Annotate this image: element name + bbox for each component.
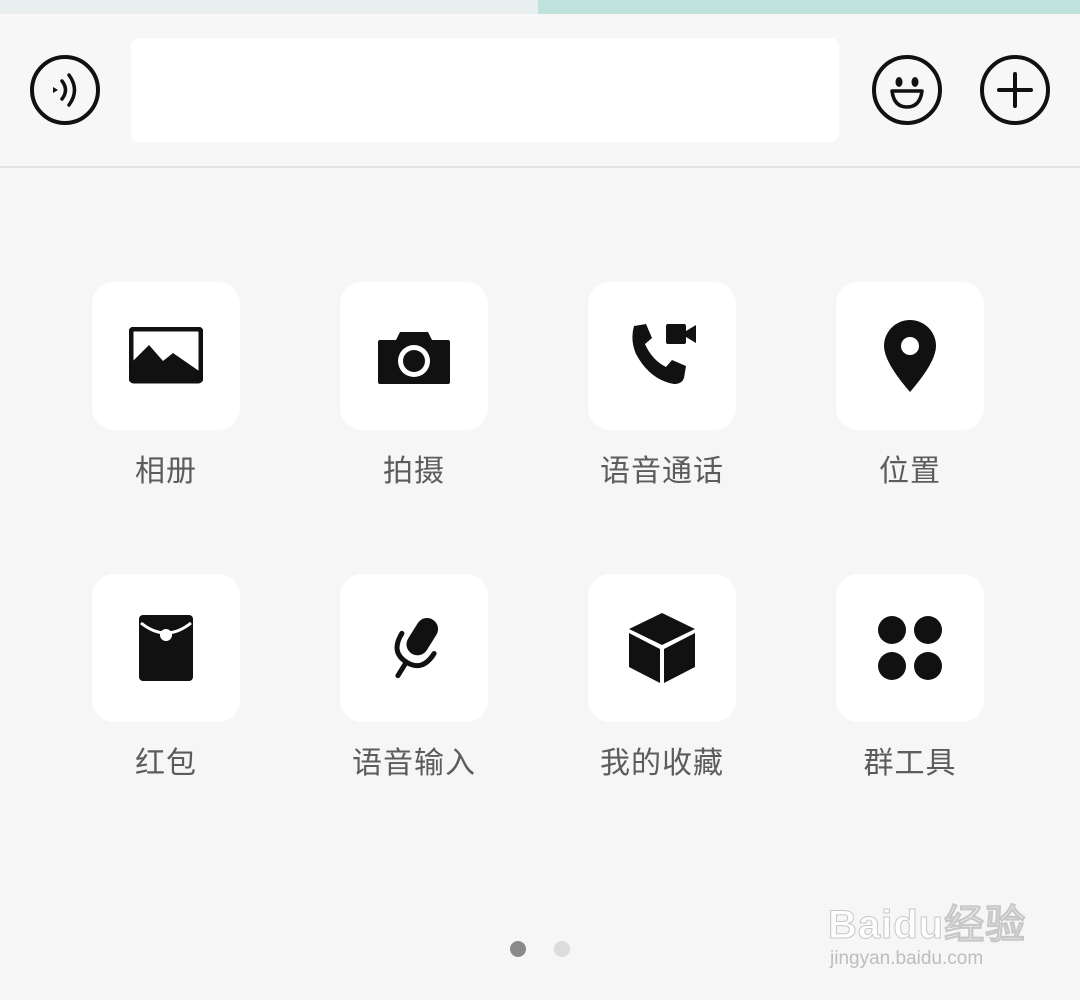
four-dots-icon	[878, 616, 942, 680]
panel-item-camera[interactable]: 拍摄	[314, 282, 514, 502]
panel-item-label: 语音输入	[352, 746, 476, 781]
panel-item-red-packet[interactable]: 红包	[66, 574, 266, 794]
page-dot-2[interactable]	[554, 941, 570, 957]
panel-item-label: 语音通话	[600, 454, 724, 489]
tile-voice-input[interactable]	[340, 574, 488, 722]
tile-album[interactable]	[92, 282, 240, 430]
location-pin-icon	[884, 320, 936, 392]
emoji-button[interactable]	[872, 55, 942, 125]
tile-favorites[interactable]	[588, 574, 736, 722]
chat-input-bar	[0, 14, 1080, 168]
tile-red-packet[interactable]	[92, 574, 240, 722]
panel-item-favorites[interactable]: 我的收藏	[562, 574, 762, 794]
top-accent-bar	[0, 0, 1080, 14]
more-functions-button[interactable]	[980, 55, 1050, 125]
more-functions-panel: 相册 拍摄 语音通话 位置 红包 语音输入 我的收藏 群工具	[0, 168, 1080, 1000]
page-indicator[interactable]	[510, 941, 570, 957]
panel-item-voice-input[interactable]: 语音输入	[314, 574, 514, 794]
panel-item-label: 相册	[135, 454, 197, 489]
camera-icon	[378, 332, 450, 384]
microphone-icon	[394, 618, 439, 679]
panel-item-group-tools[interactable]: 群工具	[810, 574, 1010, 794]
panel-item-label: 我的收藏	[600, 746, 724, 781]
panel-item-location[interactable]: 位置	[810, 282, 1010, 502]
plus-icon	[997, 72, 1033, 108]
message-input[interactable]	[131, 38, 839, 142]
voice-toggle-button[interactable]	[30, 55, 100, 125]
image-icon	[129, 327, 203, 384]
smiley-icon	[890, 77, 924, 109]
phone-video-icon	[632, 324, 696, 384]
panel-item-label: 拍摄	[383, 454, 445, 489]
red-packet-icon	[139, 615, 193, 681]
tile-voice-call[interactable]	[588, 282, 736, 430]
panel-item-voice-call[interactable]: 语音通话	[562, 282, 762, 502]
tile-camera[interactable]	[340, 282, 488, 430]
panel-item-label: 位置	[879, 454, 941, 489]
panel-item-album[interactable]: 相册	[66, 282, 266, 502]
tile-group-tools[interactable]	[836, 574, 984, 722]
panel-item-label: 群工具	[863, 746, 957, 781]
page-dot-1[interactable]	[510, 941, 526, 957]
tile-location[interactable]	[836, 282, 984, 430]
watermark-url: jingyan.baidu.com	[830, 948, 984, 969]
watermark-brand: Baidu经验	[827, 903, 1027, 948]
panel-item-label: 红包	[135, 746, 197, 781]
voice-wave-icon	[53, 73, 77, 107]
cube-icon	[629, 613, 695, 683]
baidu-watermark: Baidu经验 jingyan.baidu.com	[827, 882, 1028, 982]
